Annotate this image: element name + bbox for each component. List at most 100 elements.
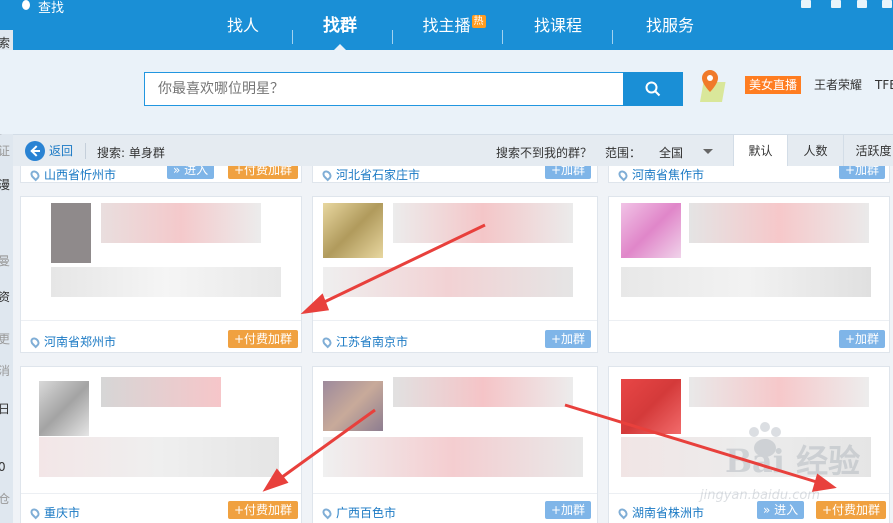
group-location: 山西省忻州市 [28,166,116,182]
search-area: 美女直播 王者荣耀 TFB [0,50,893,134]
tab-find-people[interactable]: 找人 [222,12,264,42]
sort-tab-default[interactable]: 默认 [733,135,787,167]
card-divider [313,320,597,321]
nav-separator [612,30,613,44]
left-edge-text: 曼 [0,254,11,268]
left-edge-text: 日 [0,402,11,416]
group-location: 广西百色市 [320,504,396,521]
blurred-group-intro [621,267,871,297]
search-query-text: 搜索: 单身群 [97,146,165,160]
group-card[interactable]: 重庆市 +付费加群 [20,366,302,523]
close-icon[interactable] [882,0,892,8]
qq-penguin-icon [22,0,30,10]
tab-find-anchor-label: 找主播 [422,16,471,35]
search-input[interactable] [144,72,624,106]
card-divider [21,493,301,494]
location-pin-icon [28,335,42,349]
scope-select[interactable]: 全国 [659,144,683,161]
skin-icon[interactable] [801,0,811,8]
join-button[interactable]: +加群 [839,330,886,348]
group-avatar [323,203,383,258]
card-divider [21,320,301,321]
paid-join-button[interactable]: +付费加群 [228,501,299,519]
search-icon [645,81,661,97]
left-edge-text: 资 [0,290,11,304]
watermark-url: jingyan.baidu.com [700,488,820,503]
group-location: 重庆市 [28,504,80,521]
back-button[interactable]: 返回 [25,141,73,161]
left-edge-text: 0 [0,460,6,474]
nav-separator [502,30,503,44]
group-avatar [39,381,89,436]
join-button[interactable]: +加群 [545,166,592,179]
group-card[interactable]: 江苏省南京市 +加群 [312,196,598,353]
location-pin-icon [320,168,334,182]
not-found-link[interactable]: 搜索不到我的群？ [496,144,592,161]
left-edge-text: 更 [0,332,11,346]
blurred-group-name [689,377,869,407]
nav-tabs: 找人 找群 找主播热 找课程 找服务 [0,12,893,50]
left-edge-text: 消 [0,364,11,378]
map-location-icon[interactable] [700,68,730,104]
group-card[interactable]: +加群 [608,196,890,353]
join-button[interactable]: +加群 [545,501,592,519]
group-avatar [51,203,91,263]
paid-join-button[interactable]: +付费加群 [228,330,299,348]
search-button[interactable] [623,72,683,106]
blurred-group-intro [39,437,279,477]
tab-find-anchor[interactable]: 找主播热 [418,12,490,42]
blurred-group-name [393,203,573,243]
hot-badge: 热 [471,15,486,28]
left-edge-text: 漫 [0,178,11,192]
group-card[interactable]: 广西百色市 +加群 [312,366,598,523]
nav-separator [392,30,393,44]
blurred-group-intro [323,437,583,477]
minimize-icon[interactable] [857,0,867,8]
location-pin-icon [28,506,42,520]
location-pin-icon [616,168,630,182]
group-card[interactable]: 山西省忻州市 » 进入 +付费加群 [20,166,302,183]
blurred-group-intro [323,267,573,297]
location-pin-icon [320,335,334,349]
blurred-group-name [689,203,869,243]
paid-join-button[interactable]: +付费加群 [228,166,299,179]
sort-tab-members[interactable]: 人数 [787,135,843,167]
hot-tag[interactable]: 王者荣耀 [814,76,862,94]
left-edge-text: 证 [0,144,11,158]
location-pin-icon [616,506,630,520]
tab-find-service[interactable]: 找服务 [644,12,696,42]
filter-bar: 返回 搜索: 单身群 搜索不到我的群？ 范围： 全国 默认 人数 活跃度 [13,134,893,167]
back-label: 返回 [49,144,74,158]
card-divider [609,320,889,321]
back-arrow-icon [25,141,45,161]
location-pin-icon [28,168,42,182]
group-location: 河南省焦作市 [616,166,704,182]
group-location: 河北省石家庄市 [320,166,420,182]
group-avatar [323,381,383,431]
join-button[interactable]: +加群 [545,330,592,348]
blurred-group-name [393,377,573,407]
chevron-down-icon[interactable] [703,149,713,154]
group-avatar [621,203,681,258]
sort-tab-activity[interactable]: 活跃度 [843,135,893,167]
filter-separator [85,143,86,159]
group-card[interactable]: 河南省焦作市 +加群 [608,166,890,183]
hot-tag[interactable]: TFB [875,76,893,94]
hot-tag[interactable]: 美女直播 [745,76,802,94]
tab-find-course[interactable]: 找课程 [532,12,584,42]
group-location: 河南省郑州市 [28,333,116,350]
left-edge-text: 索 [0,36,11,50]
scope-label: 范围： [605,146,642,160]
watermark-text: Bai 经验 [725,442,861,480]
group-card[interactable]: 河北省石家庄市 +加群 [312,166,598,183]
location-pin-icon [320,506,334,520]
blurred-group-intro [51,267,281,297]
card-divider [313,493,597,494]
title-bar: 查找 找人 找群 找主播热 找课程 找服务 [0,0,893,50]
tab-find-group[interactable]: 找群 [318,12,362,50]
nav-separator [292,30,293,44]
join-button[interactable]: +加群 [839,166,886,179]
maximize-icon[interactable] [831,0,841,8]
group-card[interactable]: 河南省郑州市 +付费加群 [20,196,302,353]
enter-button[interactable]: » 进入 [167,166,215,179]
